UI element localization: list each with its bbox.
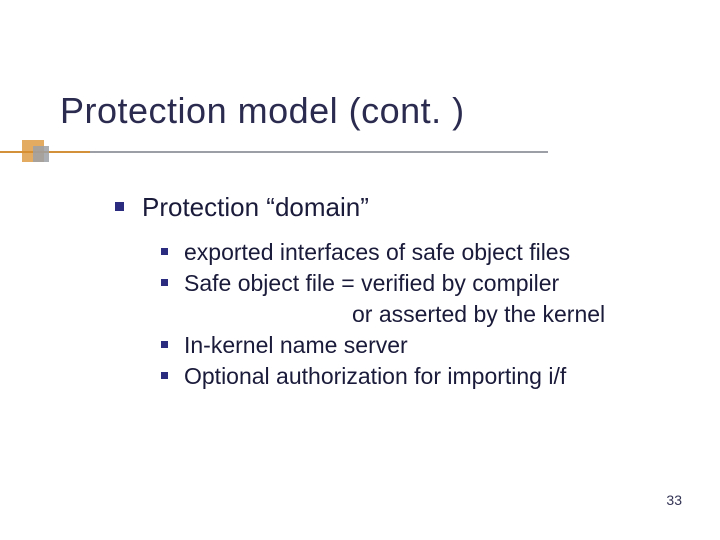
square-bullet-icon [161,341,168,348]
square-bullet-icon [115,202,124,211]
body-content: Protection “domain” exported interfaces … [115,190,680,392]
title-decoration [0,140,720,164]
bullet-continuation: or asserted by the kernel [184,299,680,330]
bullet-level2: Safe object file = verified by compiler [161,268,680,299]
bullet-text: In-kernel name server [184,330,408,361]
bullet-text: exported interfaces of safe object files [184,237,570,268]
bullet-text: Safe object file = verified by compiler [184,268,559,299]
square-bullet-icon [161,248,168,255]
square-bullet-icon [161,372,168,379]
bullet-text: Optional authorization for importing i/f [184,361,566,392]
bullet-level2: Optional authorization for importing i/f [161,361,680,392]
page-number: 33 [666,492,682,508]
deco-square-grey [33,146,49,162]
bullet-level2: exported interfaces of safe object files [161,237,680,268]
bullet-level2-group: exported interfaces of safe object files… [161,237,680,392]
bullet-level2: In-kernel name server [161,330,680,361]
slide: Protection model (cont. ) Protection “do… [0,0,720,540]
bullet-text: Protection “domain” [142,190,369,225]
slide-title: Protection model (cont. ) [60,90,465,132]
title-block: Protection model (cont. ) [60,90,465,132]
bullet-level1: Protection “domain” [115,190,680,225]
square-bullet-icon [161,279,168,286]
